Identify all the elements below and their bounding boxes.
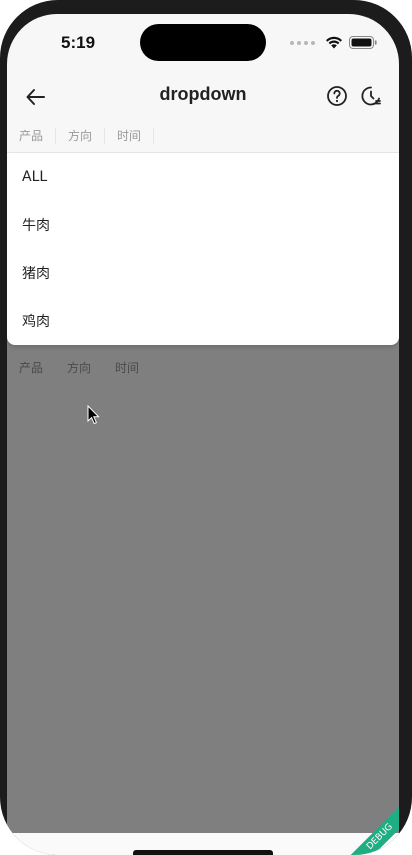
history-icon[interactable] [359,84,383,108]
filter-bar: 产品 方向 时间 [7,120,399,153]
dropdown-option-all[interactable]: ALL [7,153,399,201]
filter-tab-product[interactable]: 产品 [7,128,57,144]
dynamic-island [140,24,266,61]
overlay-filter-bar: 产品 方向 时间 [7,360,151,376]
battery-icon [349,36,377,49]
dropdown-option-chicken[interactable]: 鸡肉 [7,297,399,345]
wifi-icon [326,36,342,49]
filter-tab-time[interactable]: 时间 [105,128,155,144]
dropdown-panel: ALL 牛肉 猪肉 鸡肉 [7,153,399,345]
home-indicator[interactable] [133,850,273,855]
overlay-filter-product: 产品 [19,361,44,375]
question-circle-icon[interactable] [325,84,349,108]
status-time: 5:19 [61,33,96,52]
dropdown-option-beef[interactable]: 牛肉 [7,201,399,249]
mouse-cursor-icon [87,405,100,425]
dropdown-option-pork[interactable]: 猪肉 [7,249,399,297]
overlay-filter-time: 时间 [115,361,140,375]
filter-tab-direction[interactable]: 方向 [56,128,106,144]
app-bar: dropdown [7,76,399,116]
device-frame: 5:19 dropdown 产品 方向 时间 产品 方向 时间 ALL 牛肉 猪… [0,0,412,855]
signal-icon [290,40,315,45]
screen: 5:19 dropdown 产品 方向 时间 产品 方向 时间 ALL 牛肉 猪… [7,14,399,855]
status-icons [290,36,377,49]
overlay-filter-direction: 方向 [67,361,92,375]
